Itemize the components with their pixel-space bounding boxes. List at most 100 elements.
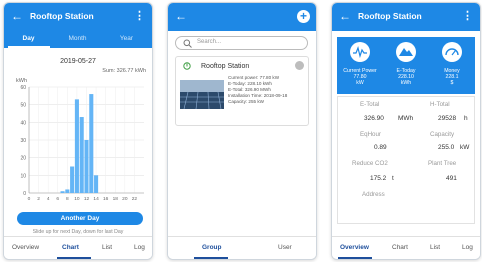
x-tick-label: 8 xyxy=(66,196,69,202)
active-tab-indicator xyxy=(8,46,50,48)
solar-panel-thumbnail xyxy=(180,80,224,109)
period-tabs: Day Month Year xyxy=(4,31,152,48)
bottom-nav: Overview Chart List Log xyxy=(332,236,480,259)
tile-unit: $ xyxy=(450,80,454,86)
station-name: Rooftop Station xyxy=(201,63,250,70)
tab-month[interactable]: Month xyxy=(53,35,102,42)
tile-e-today: E-Today 228.10 kWh xyxy=(383,37,429,94)
chart-bar xyxy=(74,99,79,193)
search-icon xyxy=(183,39,192,48)
x-tick-label: 10 xyxy=(74,196,80,202)
y-axis-label: kWh xyxy=(16,78,27,84)
tile-money: Money 228.1 $ xyxy=(429,37,475,94)
page-title: Rooftop Station xyxy=(358,11,422,21)
phone-station-list-screen: ← + Search... Rooftop Station Current po… xyxy=(167,2,317,260)
daily-energy-chart: kWh01020304050600 2 4 6 8 10 12 14 16 18 20 22 xyxy=(16,78,144,202)
mountain-icon xyxy=(396,42,416,62)
station-capacity: Capacity: 255 kW xyxy=(228,99,264,104)
x-tick-label: 20 xyxy=(122,196,128,202)
nav-active-indicator xyxy=(338,257,372,259)
tab-day[interactable]: Day xyxy=(4,35,53,42)
another-day-button[interactable]: Another Day xyxy=(17,212,143,225)
more-menu-icon[interactable]: ⋮ xyxy=(462,9,473,22)
stat-label-reduce-co2: Reduce CO2 xyxy=(352,160,388,167)
nav-list[interactable]: List xyxy=(430,244,440,251)
x-tick-label: 16 xyxy=(103,196,109,202)
app-bar: ← Rooftop Station ⋮ xyxy=(332,3,480,31)
x-tick-label: 4 xyxy=(47,196,50,202)
search-input[interactable]: Search... xyxy=(175,36,308,50)
y-tick-label: 0 xyxy=(23,191,26,197)
nav-group[interactable]: Group xyxy=(202,244,222,251)
nav-user[interactable]: User xyxy=(278,244,292,251)
back-arrow-icon[interactable]: ← xyxy=(339,9,351,23)
stat-unit-capacity: kW xyxy=(460,144,470,151)
chart-bar xyxy=(84,140,89,193)
stat-value-capacity: 255.0 xyxy=(438,144,455,151)
stat-value-reduce-co2: 175.2 xyxy=(370,175,387,182)
x-tick-label: 12 xyxy=(84,196,90,202)
chart-bar xyxy=(89,94,94,193)
nav-active-indicator xyxy=(57,257,91,259)
nav-log[interactable]: Log xyxy=(462,244,473,251)
y-tick-label: 60 xyxy=(20,85,26,91)
search-placeholder: Search... xyxy=(197,39,222,45)
stat-unit-reduce-co2: t xyxy=(392,175,394,182)
summary-tiles: Current Power 77.80 kW E-Today 228.10 kW… xyxy=(337,37,475,94)
page-title: Rooftop Station xyxy=(30,11,94,21)
y-tick-label: 50 xyxy=(20,103,26,109)
add-station-icon[interactable]: + xyxy=(297,10,310,23)
nav-active-indicator xyxy=(194,257,228,259)
stat-label-address: Address xyxy=(362,191,385,198)
tab-year[interactable]: Year xyxy=(102,35,151,42)
tile-unit: kWh xyxy=(400,80,412,86)
gauge-icon xyxy=(350,42,370,62)
nav-log[interactable]: Log xyxy=(134,244,145,251)
back-arrow-icon[interactable]: ← xyxy=(11,9,23,23)
x-tick-label: 14 xyxy=(93,196,99,202)
app-bar: ← Rooftop Station ⋮ xyxy=(4,3,152,31)
nav-overview[interactable]: Overview xyxy=(340,244,369,251)
nav-overview[interactable]: Overview xyxy=(12,244,39,251)
nav-list[interactable]: List xyxy=(102,244,112,251)
y-tick-label: 40 xyxy=(20,120,26,126)
bottom-nav: Group User xyxy=(168,236,316,259)
chart-bar xyxy=(94,175,99,193)
more-menu-icon[interactable]: ⋮ xyxy=(134,9,145,22)
tile-unit: kW xyxy=(356,80,364,86)
stat-label-e-total: E-Total xyxy=(360,101,380,108)
stat-label-capacity: Capacity xyxy=(430,131,455,138)
station-select-icon[interactable] xyxy=(295,61,304,70)
stats-panel: E-Total H-Total 326.90 MWh 29528 h EqHou… xyxy=(337,96,475,224)
stat-label-h-total: H-Total xyxy=(430,101,450,108)
stat-unit-e-total: MWh xyxy=(398,115,414,122)
stat-unit-h-total: h xyxy=(464,115,468,122)
back-arrow-icon[interactable]: ← xyxy=(175,9,187,23)
x-tick-label: 6 xyxy=(56,196,59,202)
chart-bar xyxy=(70,166,75,193)
station-card[interactable]: Rooftop Station Current power: 77.80 kW … xyxy=(175,56,309,126)
x-tick-label: 2 xyxy=(37,196,40,202)
tile-current-power: Current Power 77.80 kW xyxy=(337,37,383,94)
x-tick-label: 18 xyxy=(113,196,119,202)
phone-overview-screen: ← Rooftop Station ⋮ Current Power 77.80 … xyxy=(331,2,481,260)
nav-chart[interactable]: Chart xyxy=(62,244,79,251)
stat-value-eqhour: 0.89 xyxy=(374,144,387,151)
speedometer-icon xyxy=(442,42,462,62)
app-bar: ← + xyxy=(168,3,316,31)
online-status-icon xyxy=(183,62,191,70)
stat-value-e-total: 326.90 xyxy=(364,115,384,122)
stat-label-eqhour: EqHour xyxy=(360,131,381,138)
chart-sum: Sum: 326.77 kWh xyxy=(102,68,146,74)
bottom-nav: Overview Chart List Log xyxy=(4,236,152,259)
phone-chart-screen: ← Rooftop Station ⋮ Day Month Year 2019-… xyxy=(3,2,153,260)
stat-label-plant-tree: Plant Tree xyxy=(428,160,457,167)
y-tick-label: 20 xyxy=(20,156,26,162)
chart-bar xyxy=(65,189,70,193)
nav-chart[interactable]: Chart xyxy=(392,244,408,251)
x-tick-label: 22 xyxy=(132,196,138,202)
stat-value-plant-tree: 491 xyxy=(446,175,457,182)
y-tick-label: 10 xyxy=(20,173,26,179)
chart-bar xyxy=(79,117,84,193)
chart-bar xyxy=(60,191,65,193)
